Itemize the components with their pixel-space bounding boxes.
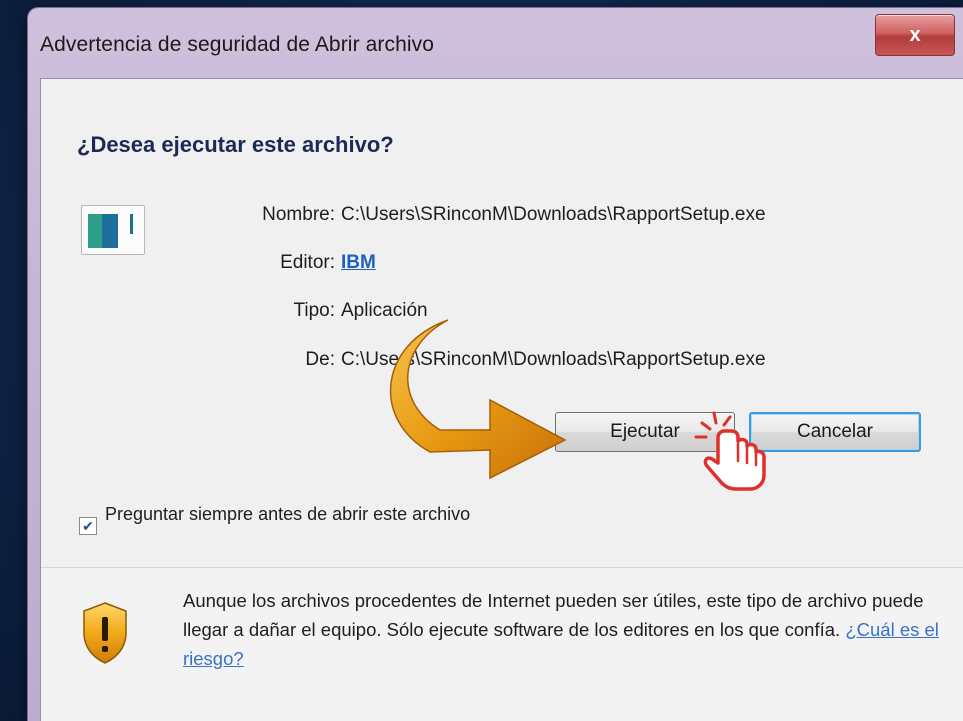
cancel-button[interactable]: Cancelar [749, 412, 921, 452]
from-label: De: [305, 349, 335, 370]
run-button[interactable]: Ejecutar [555, 412, 735, 452]
dialog-body: ¿Desea ejecutar este archivo? Nombre: C:… [40, 78, 963, 721]
always-ask-checkbox[interactable]: ✔ [79, 517, 97, 535]
application-file-icon [81, 205, 145, 255]
warning-shield-icon [83, 602, 127, 664]
type-label: Tipo: [293, 300, 335, 321]
window-title: Advertencia de seguridad de Abrir archiv… [40, 33, 434, 56]
close-icon: x [909, 23, 921, 46]
type-value: Aplicación [341, 300, 428, 321]
from-value: C:\Users\SRinconM\Downloads\RapportSetup… [341, 349, 766, 370]
publisher-label: Editor: [280, 252, 335, 273]
publisher-link[interactable]: IBM [341, 252, 376, 274]
close-button[interactable]: x [875, 14, 955, 56]
warning-message: Aunque los archivos procedentes de Inter… [183, 590, 924, 640]
name-label: Nombre: [262, 204, 335, 225]
always-ask-label[interactable]: Preguntar siempre antes de abrir este ar… [105, 502, 505, 526]
check-mark-icon: ✔ [82, 518, 94, 534]
warning-text: Aunque los archivos procedentes de Inter… [183, 586, 953, 673]
security-warning-dialog: Advertencia de seguridad de Abrir archiv… [28, 8, 963, 721]
name-value: C:\Users\SRinconM\Downloads\RapportSetup… [341, 204, 766, 225]
dialog-question: ¿Desea ejecutar este archivo? [77, 132, 394, 157]
title-bar[interactable]: Advertencia de seguridad de Abrir archiv… [28, 8, 963, 78]
